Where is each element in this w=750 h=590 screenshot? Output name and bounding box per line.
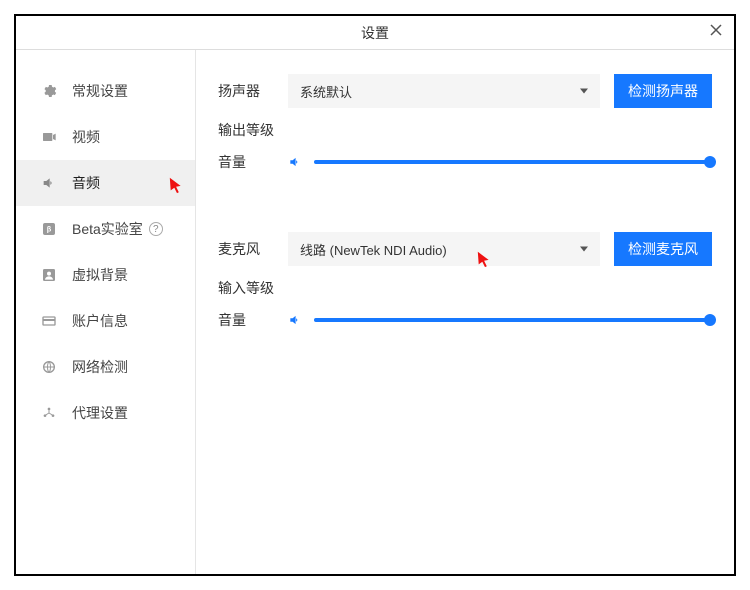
sidebar-item-network[interactable]: 网络检测	[16, 344, 195, 390]
sidebar-item-beta[interactable]: β Beta实验室 ?	[16, 206, 195, 252]
sidebar-item-label: 代理设置	[72, 403, 128, 423]
sidebar-item-label: Beta实验室	[72, 219, 143, 239]
sidebar-item-label: 账户信息	[72, 311, 128, 331]
sidebar-item-label: 常规设置	[72, 81, 128, 101]
close-icon	[710, 24, 722, 40]
slider-thumb[interactable]	[704, 156, 716, 168]
speaker-select[interactable]: 系统默认	[288, 74, 600, 108]
mic-select-value: 线路 (NewTek NDI Audio)	[300, 240, 447, 259]
person-icon	[40, 266, 58, 284]
sidebar-item-label: 音频	[72, 173, 100, 193]
speaker-label: 扬声器	[218, 81, 288, 101]
gear-icon	[40, 82, 58, 100]
sidebar-item-label: 网络检测	[72, 357, 128, 377]
help-icon[interactable]: ?	[149, 222, 163, 236]
chevron-down-icon	[580, 247, 588, 252]
sidebar-item-general[interactable]: 常规设置	[16, 68, 195, 114]
sidebar-item-account[interactable]: 账户信息	[16, 298, 195, 344]
close-button[interactable]	[706, 22, 726, 42]
svg-text:β: β	[47, 225, 52, 234]
test-speaker-button[interactable]: 检测扬声器	[614, 74, 712, 108]
speaker-volume-slider[interactable]	[314, 152, 710, 172]
slider-thumb[interactable]	[704, 314, 716, 326]
nodes-icon	[40, 404, 58, 422]
titlebar: 设置	[16, 16, 734, 50]
volume-icon	[288, 155, 306, 169]
beta-icon: β	[40, 220, 58, 238]
camera-icon	[40, 128, 58, 146]
card-icon	[40, 312, 58, 330]
test-mic-button[interactable]: 检测麦克风	[614, 232, 712, 266]
sidebar-item-video[interactable]: 视频	[16, 114, 195, 160]
slider-track	[314, 160, 710, 164]
mic-volume-slider[interactable]	[314, 310, 710, 330]
globe-icon	[40, 358, 58, 376]
sidebar-item-label: 虚拟背景	[72, 265, 128, 285]
sidebar-item-label: 视频	[72, 127, 100, 147]
mic-volume-label: 音量	[218, 310, 288, 330]
mic-label: 麦克风	[218, 239, 288, 259]
volume-icon	[288, 313, 306, 327]
speaker-volume-label: 音量	[218, 152, 288, 172]
chevron-down-icon	[580, 89, 588, 94]
window-title: 设置	[361, 23, 389, 43]
speaker-select-value: 系统默认	[300, 82, 352, 101]
sidebar-item-virtual-background[interactable]: 虚拟背景	[16, 252, 195, 298]
sidebar-item-audio[interactable]: 音频	[16, 160, 195, 206]
settings-window: 设置 常规设置 视频	[14, 14, 736, 576]
sidebar-item-proxy[interactable]: 代理设置	[16, 390, 195, 436]
main-panel: 扬声器 系统默认 检测扬声器 输出等级 音量	[196, 50, 734, 574]
output-level-label: 输出等级	[218, 120, 288, 140]
sidebar: 常规设置 视频 音频 β	[16, 50, 196, 574]
speaker-icon	[40, 174, 58, 192]
input-level-label: 输入等级	[218, 278, 288, 298]
slider-track	[314, 318, 710, 322]
mic-select[interactable]: 线路 (NewTek NDI Audio)	[288, 232, 600, 266]
